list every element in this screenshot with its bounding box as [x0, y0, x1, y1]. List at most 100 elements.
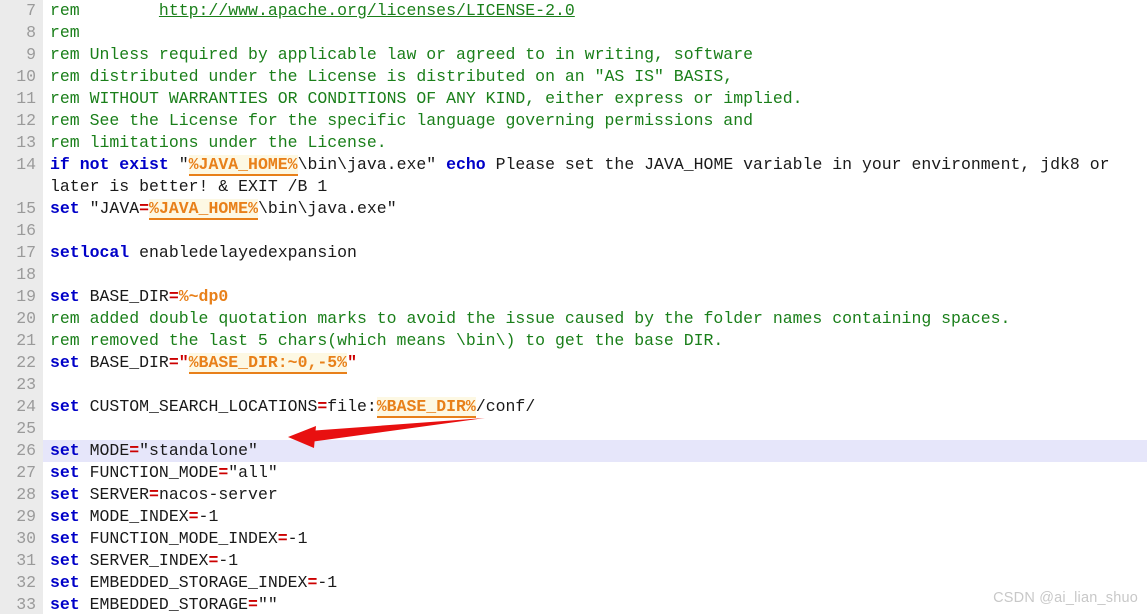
- code-text[interactable]: rem distributed under the License is dis…: [43, 66, 1147, 88]
- code-line[interactable]: 19 set BASE_DIR=%~dp0: [0, 286, 1147, 308]
- code-content[interactable]: 7 rem http://www.apache.org/licenses/LICE…: [0, 0, 1147, 616]
- token-plain: EMBEDDED_STORAGE_INDEX: [79, 573, 308, 592]
- token-kw: set: [50, 573, 80, 592]
- token-plain: SERVER_INDEX: [79, 551, 209, 570]
- token-plain: -1: [287, 529, 308, 548]
- code-line[interactable]: 18: [0, 264, 1147, 286]
- code-line[interactable]: 8 rem: [0, 22, 1147, 44]
- token-plain: nacos-server: [158, 485, 278, 504]
- code-text[interactable]: set SERVER_INDEX=-1: [43, 550, 1147, 572]
- code-line[interactable]: 24 set CUSTOM_SEARCH_LOCATIONS=file:%BASE…: [0, 396, 1147, 418]
- line-number: 29: [16, 507, 36, 526]
- line-number: 28: [16, 485, 36, 504]
- line-number: 22: [16, 353, 36, 372]
- code-text[interactable]: rem removed the last 5 chars(which means…: [43, 330, 1147, 352]
- token-plain: file:: [327, 397, 377, 416]
- code-text[interactable]: rem added double quotation marks to avoi…: [43, 308, 1147, 330]
- token-op: =: [307, 573, 318, 592]
- token-op: =: [149, 485, 159, 504]
- token-plain: -1: [317, 573, 338, 592]
- token-comment: rem removed the last 5 chars(which means…: [50, 331, 724, 350]
- code-line[interactable]: 28 set SERVER=nacos-server: [0, 484, 1147, 506]
- token-kw: set: [50, 507, 80, 526]
- code-line[interactable]: 13 rem limitations under the License.: [0, 132, 1147, 154]
- code-line[interactable]: 20 rem added double quotation marks to av…: [0, 308, 1147, 330]
- code-text[interactable]: [43, 374, 1147, 396]
- token-kw: set: [50, 353, 80, 372]
- code-text[interactable]: rem See the License for the specific lan…: [43, 110, 1147, 132]
- code-line-current[interactable]: 26 set MODE="standalone": [0, 440, 1147, 462]
- code-line[interactable]: 25: [0, 418, 1147, 440]
- code-line[interactable]: 16: [0, 220, 1147, 242]
- token-plain: BASE_DIR: [79, 353, 169, 372]
- token-op: =: [139, 199, 150, 218]
- code-text[interactable]: rem WITHOUT WARRANTIES OR CONDITIONS OF …: [43, 88, 1147, 110]
- token-plain: \bin\java.exe": [297, 155, 447, 174]
- line-number: 25: [16, 419, 36, 438]
- code-line[interactable]: 22 set BASE_DIR="%BASE_DIR:~0,-5%": [0, 352, 1147, 374]
- line-number: 8: [26, 23, 36, 42]
- code-text[interactable]: set CUSTOM_SEARCH_LOCATIONS=file:%BASE_D…: [43, 396, 1147, 418]
- code-line[interactable]: 9 rem Unless required by applicable law o…: [0, 44, 1147, 66]
- code-text[interactable]: rem Unless required by applicable law or…: [43, 44, 1147, 66]
- token-op: =": [168, 353, 189, 372]
- token-plain: MODE: [79, 441, 130, 460]
- code-line[interactable]: 10 rem distributed under the License is d…: [0, 66, 1147, 88]
- token-plain: ": [168, 155, 189, 174]
- code-text[interactable]: set FUNCTION_MODE_INDEX=-1: [43, 528, 1147, 550]
- code-line[interactable]: 23: [0, 374, 1147, 396]
- code-text[interactable]: rem http://www.apache.org/licenses/LICEN…: [43, 0, 1147, 22]
- code-text[interactable]: [43, 264, 1147, 286]
- code-text[interactable]: set MODE="standalone": [43, 440, 1147, 462]
- code-line[interactable]: 11 rem WITHOUT WARRANTIES OR CONDITIONS O…: [0, 88, 1147, 110]
- code-line[interactable]: 7 rem http://www.apache.org/licenses/LICE…: [0, 0, 1147, 22]
- line-number: 18: [16, 265, 36, 284]
- code-text[interactable]: set EMBEDDED_STORAGE_INDEX=-1: [43, 572, 1147, 594]
- code-text[interactable]: set FUNCTION_MODE="all": [43, 462, 1147, 484]
- token-op: =: [317, 397, 328, 416]
- token-plain: "all": [228, 463, 278, 482]
- code-line[interactable]: 12 rem See the License for the specific l…: [0, 110, 1147, 132]
- line-number: 17: [16, 243, 36, 262]
- code-text[interactable]: if not exist "%JAVA_HOME%\bin\java.exe" …: [43, 154, 1147, 198]
- code-text[interactable]: setlocal enabledelayedexpansion: [43, 242, 1147, 264]
- token-plain: "standalone": [139, 441, 258, 460]
- line-number: 26: [0, 440, 43, 462]
- code-line[interactable]: 21 rem removed the last 5 chars(which mea…: [0, 330, 1147, 352]
- line-number: 7: [26, 1, 36, 20]
- line-number: 23: [16, 375, 36, 394]
- token-kw: set: [50, 463, 80, 482]
- token-var: %JAVA_HOME%: [149, 199, 258, 220]
- code-text[interactable]: set MODE_INDEX=-1: [43, 506, 1147, 528]
- code-line[interactable]: 15 set "JAVA=%JAVA_HOME%\bin\java.exe": [0, 198, 1147, 220]
- code-line[interactable]: 32 set EMBEDDED_STORAGE_INDEX=-1: [0, 572, 1147, 594]
- code-text[interactable]: set "JAVA=%JAVA_HOME%\bin\java.exe": [43, 198, 1147, 220]
- token-comment: rem limitations under the License.: [50, 133, 387, 152]
- code-text[interactable]: set EMBEDDED_STORAGE="": [43, 594, 1147, 616]
- code-text[interactable]: [43, 418, 1147, 440]
- code-line[interactable]: 31 set SERVER_INDEX=-1: [0, 550, 1147, 572]
- line-number: 32: [16, 573, 36, 592]
- code-text[interactable]: [43, 220, 1147, 242]
- token-op: =: [168, 287, 179, 306]
- code-text[interactable]: set BASE_DIR=%~dp0: [43, 286, 1147, 308]
- token-var: %JAVA_HOME%: [188, 155, 298, 176]
- token-plain: EMBEDDED_STORAGE: [79, 595, 249, 614]
- code-line[interactable]: 14 if not exist "%JAVA_HOME%\bin\java.exe…: [0, 154, 1147, 198]
- token-kw: echo: [446, 155, 486, 174]
- code-text[interactable]: set SERVER=nacos-server: [43, 484, 1147, 506]
- code-line[interactable]: 17 setlocal enabledelayedexpansion: [0, 242, 1147, 264]
- token-comment: rem added double quotation marks to avoi…: [50, 309, 1011, 328]
- code-text[interactable]: set BASE_DIR="%BASE_DIR:~0,-5%": [43, 352, 1147, 374]
- token-comment: rem distributed under the License is dis…: [50, 67, 734, 86]
- token-var: %BASE_DIR:~0,-5%: [188, 353, 348, 374]
- code-text[interactable]: rem: [43, 22, 1147, 44]
- code-line[interactable]: 27 set FUNCTION_MODE="all": [0, 462, 1147, 484]
- code-line[interactable]: 33 set EMBEDDED_STORAGE="": [0, 594, 1147, 616]
- code-text[interactable]: rem limitations under the License.: [43, 132, 1147, 154]
- token-plain: FUNCTION_MODE: [79, 463, 219, 482]
- token-kw: set: [50, 441, 80, 460]
- code-line[interactable]: 29 set MODE_INDEX=-1: [0, 506, 1147, 528]
- code-editor[interactable]: 7 rem http://www.apache.org/licenses/LICE…: [0, 0, 1147, 614]
- code-line[interactable]: 30 set FUNCTION_MODE_INDEX=-1: [0, 528, 1147, 550]
